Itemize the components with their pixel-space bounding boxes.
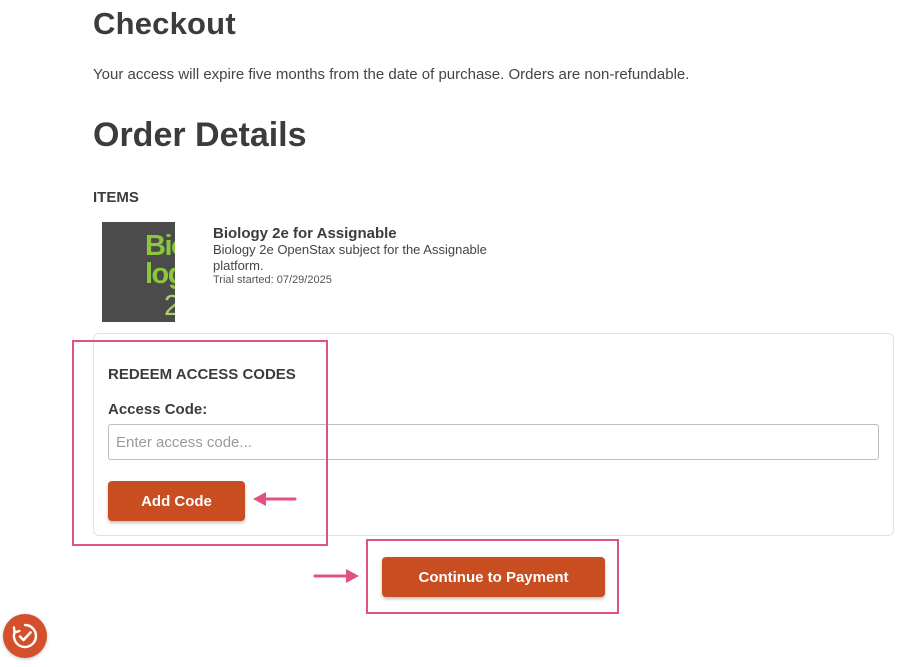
help-widget-button[interactable]: [3, 614, 47, 658]
book-cover-image: Bio- logy 2e: [102, 222, 175, 322]
checkout-page: Checkout Your access will expire five mo…: [0, 0, 912, 667]
item-trial-date: Trial started: 07/29/2025: [213, 274, 332, 286]
cover-text-line: Bio-: [145, 230, 175, 262]
item-description: Biology 2e OpenStax subject for the Assi…: [213, 242, 487, 273]
item-title: Biology 2e for Assignable: [213, 225, 397, 242]
page-title: Checkout: [93, 6, 236, 41]
arrow-left-icon: [253, 492, 297, 506]
expiry-notice: Your access will expire five months from…: [93, 66, 690, 83]
cover-text-line: 2e: [164, 290, 175, 322]
highlight-box-continue: [366, 539, 619, 614]
clock-check-icon: [12, 623, 38, 649]
items-label: ITEMS: [93, 189, 139, 206]
cover-text-line: logy: [145, 258, 175, 290]
arrow-right-icon: [313, 569, 359, 583]
order-details-heading: Order Details: [93, 116, 307, 154]
highlight-box-redeem: [72, 340, 328, 546]
